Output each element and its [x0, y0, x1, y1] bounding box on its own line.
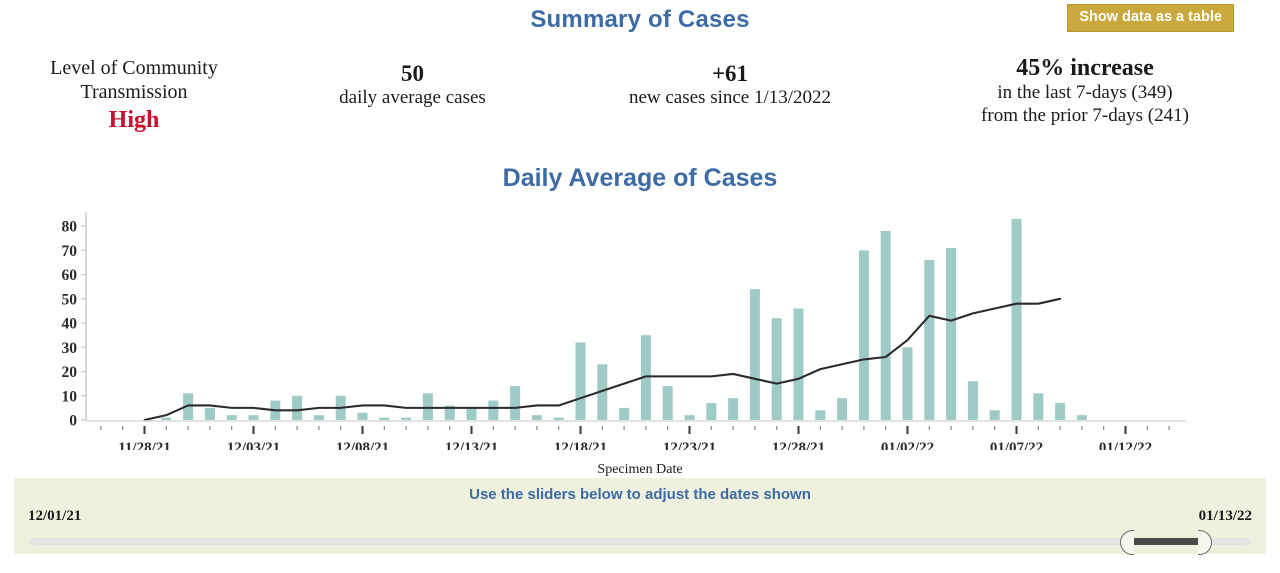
- svg-text:30: 30: [62, 340, 78, 357]
- weekly-increase-value: 45% increase: [1016, 55, 1154, 81]
- community-transmission-label-line1: Level of Community: [50, 57, 218, 79]
- chart-bar: [575, 342, 586, 420]
- svg-text:50: 50: [62, 291, 78, 308]
- chart-bar: [989, 410, 1000, 420]
- svg-text:12/03/21: 12/03/21: [227, 440, 280, 450]
- chart-bar: [771, 318, 782, 420]
- svg-text:12/18/21: 12/18/21: [554, 440, 607, 450]
- svg-text:0: 0: [69, 413, 77, 430]
- chart-bar: [531, 415, 542, 420]
- chart-bar: [858, 250, 869, 420]
- daily-average-label: daily average cases: [339, 87, 486, 109]
- weekly-increase-line1: in the last 7-days (349): [997, 82, 1173, 104]
- svg-text:60: 60: [62, 267, 78, 284]
- svg-text:40: 40: [62, 316, 78, 333]
- stat-new-cases: +61 new cases since 1/13/2022: [560, 60, 900, 110]
- chart-bar: [226, 415, 237, 420]
- y-axis: 0 10 20 30 40 50 60 70 80: [62, 212, 87, 430]
- svg-text:70: 70: [62, 243, 78, 260]
- date-range-slider-panel: Use the sliders below to adjust the date…: [14, 478, 1266, 555]
- chart-bar: [619, 407, 630, 420]
- slider-end-date-label: 01/13/22: [1198, 508, 1252, 524]
- slider-instruction: Use the sliders below to adjust the date…: [469, 486, 811, 503]
- daily-average-chart: 0 10 20 30 40 50 60 70 80 11/28/21 12/03/21 12/08/…: [0, 200, 1280, 450]
- slider-handle-left[interactable]: [1120, 530, 1134, 555]
- slider-handle-right[interactable]: [1198, 530, 1212, 555]
- x-axis-title: Specimen Date: [597, 462, 683, 477]
- slider-selected-range[interactable]: [1131, 538, 1199, 545]
- daily-average-value: 50: [401, 61, 424, 86]
- chart-bar: [902, 347, 913, 420]
- stat-weekly-increase: 45% increase in the last 7-days (349) fr…: [900, 54, 1270, 127]
- chart-bar: [684, 415, 695, 420]
- chart-bar: [313, 415, 324, 420]
- slider-track[interactable]: [30, 538, 1250, 545]
- chart-bar: [422, 393, 433, 420]
- community-transmission-label-line2: Transmission: [80, 81, 188, 104]
- stat-community-transmission: Level of Community Transmission High: [14, 56, 254, 134]
- chart-bar: [815, 410, 826, 420]
- chart-bar: [1033, 393, 1044, 420]
- svg-text:12/13/21: 12/13/21: [445, 440, 498, 450]
- chart-bar: [706, 403, 717, 420]
- chart-title: Daily Average of Cases: [502, 164, 778, 192]
- weekly-increase-line2: from the prior 7-days (241): [981, 104, 1189, 126]
- chart-bar: [357, 412, 368, 420]
- chart-bar: [401, 417, 412, 420]
- chart-bar: [1011, 218, 1022, 420]
- chart-bar: [728, 398, 739, 420]
- chart-bar: [793, 308, 804, 420]
- svg-text:12/28/21: 12/28/21: [772, 440, 825, 450]
- chart-bar: [924, 260, 935, 420]
- chart-bar: [662, 386, 673, 420]
- chart-bar: [880, 230, 891, 420]
- svg-text:80: 80: [62, 219, 78, 236]
- new-cases-value: +61: [711, 61, 749, 86]
- chart-bar: [204, 407, 215, 420]
- show-data-as-table-button[interactable]: Show data as a table: [1067, 4, 1234, 33]
- x-axis: 11/28/21 12/03/21 12/08/21 12/13/21 12/18/21…: [86, 420, 1186, 450]
- svg-text:10: 10: [62, 388, 78, 405]
- community-transmission-value: High: [108, 106, 160, 133]
- svg-text:01/12/22: 01/12/22: [1099, 440, 1152, 450]
- svg-text:20: 20: [62, 364, 78, 381]
- chart-bar: [837, 398, 848, 420]
- new-cases-label: new cases since 1/13/2022: [628, 87, 832, 109]
- chart-bar: [1055, 403, 1066, 420]
- svg-text:11/28/21: 11/28/21: [118, 440, 171, 450]
- chart-bar: [248, 415, 259, 420]
- svg-text:12/23/21: 12/23/21: [663, 440, 716, 450]
- chart-svg: 0 10 20 30 40 50 60 70 80 11/28/21 12/03/21 12/08/…: [62, 212, 1186, 450]
- slider-start-date-label: 12/01/21: [28, 508, 82, 524]
- chart-bar: [379, 417, 390, 420]
- chart-bar: [967, 381, 978, 420]
- svg-text:12/08/21: 12/08/21: [336, 440, 389, 450]
- chart-bar: [946, 247, 957, 420]
- chart-bar: [292, 395, 303, 420]
- chart-bar: [510, 386, 521, 420]
- chart-bar: [553, 417, 564, 420]
- chart-bar: [749, 289, 760, 420]
- chart-bar: [466, 407, 477, 420]
- chart-bar: [1076, 415, 1087, 420]
- svg-text:01/07/22: 01/07/22: [990, 440, 1043, 450]
- chart-bar: [488, 400, 499, 420]
- svg-text:01/02/22: 01/02/22: [881, 440, 934, 450]
- summary-stats-row: Level of Community Transmission High 50 …: [0, 50, 1280, 140]
- chart-bar: [161, 417, 172, 420]
- stat-daily-average: 50 daily average cases: [270, 60, 555, 110]
